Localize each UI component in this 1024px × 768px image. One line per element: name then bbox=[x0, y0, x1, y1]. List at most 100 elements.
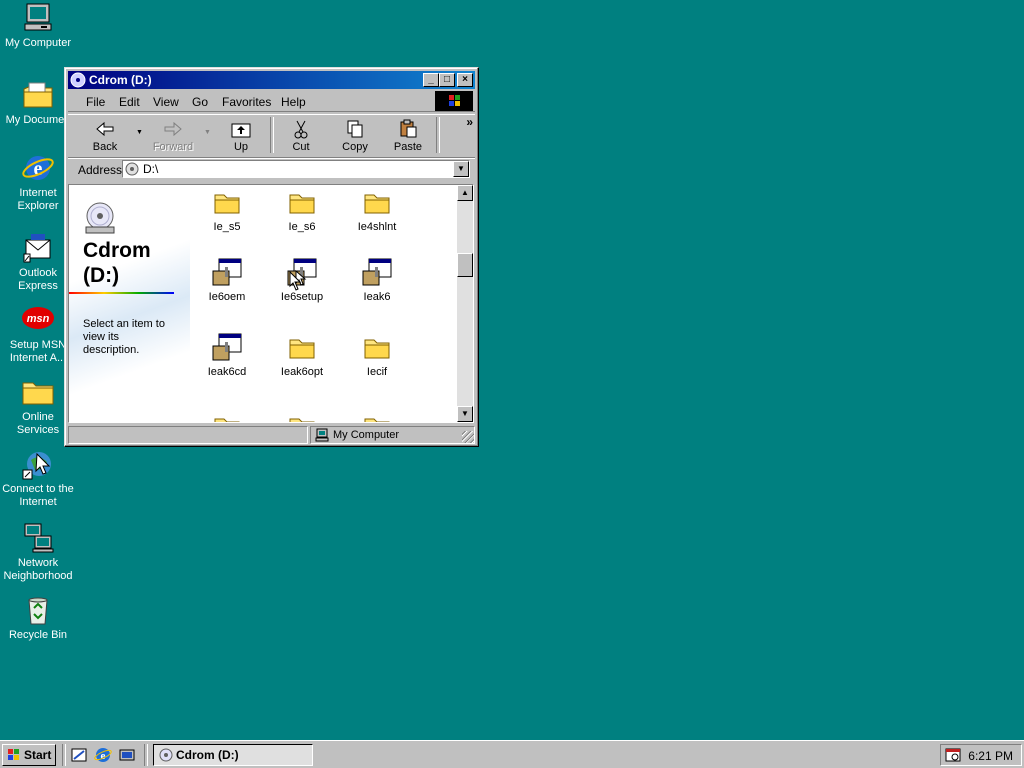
back-arrow-icon bbox=[80, 119, 130, 141]
toolbar-separator bbox=[436, 117, 440, 153]
file-item[interactable]: Ie4shlnt bbox=[342, 187, 412, 233]
paste-button[interactable]: Paste bbox=[383, 117, 433, 155]
file-name: Ie4shlnt bbox=[357, 221, 397, 233]
file-item[interactable]: Ie_s5 bbox=[192, 187, 262, 233]
file-item[interactable]: Ie_s6 bbox=[267, 187, 337, 233]
back-dropdown-icon[interactable]: ▼ bbox=[136, 129, 143, 136]
folder-title-line1: Cdrom bbox=[83, 239, 151, 262]
show-desktop-icon[interactable] bbox=[70, 746, 88, 764]
scroll-up-button[interactable]: ▲ bbox=[457, 185, 473, 201]
desktop-icon-label: Recycle Bin bbox=[8, 629, 68, 641]
system-tray: 6:21 PM bbox=[940, 744, 1022, 766]
windows-logo-icon bbox=[435, 91, 473, 111]
menu-go[interactable]: Go bbox=[192, 95, 208, 109]
desktop-icon-my-computer[interactable]: My Computer bbox=[0, 2, 76, 50]
file-item[interactable]: Ieak6opt bbox=[267, 332, 337, 378]
setup-program-icon bbox=[362, 258, 392, 286]
file-name: Iecif bbox=[366, 366, 388, 378]
desktop-icon-label: Connect to the Internet bbox=[2, 483, 74, 508]
status-panel-left bbox=[68, 426, 308, 444]
setup-program-icon bbox=[212, 333, 242, 361]
toolbar-more-chevron-icon[interactable]: » bbox=[466, 115, 473, 129]
scissors-icon bbox=[276, 119, 326, 141]
copy-button[interactable]: Copy bbox=[330, 117, 380, 155]
address-bar: Address D:\ ▼ bbox=[68, 158, 475, 181]
folder-icon[interactable] bbox=[211, 411, 243, 423]
resize-grip[interactable] bbox=[462, 431, 474, 443]
copy-icon bbox=[330, 119, 380, 141]
folder-icon bbox=[289, 194, 315, 214]
menu-help[interactable]: Help bbox=[281, 95, 306, 109]
forward-arrow-icon bbox=[148, 119, 198, 141]
desktop-icon-connect-internet[interactable]: Connect to the Internet bbox=[0, 448, 76, 509]
file-name: Ie_s5 bbox=[213, 221, 241, 233]
taskbar-button-cdrom[interactable]: Cdrom (D:) bbox=[153, 744, 313, 766]
status-location: My Computer bbox=[333, 429, 400, 441]
windows-logo-icon bbox=[8, 749, 19, 760]
explorer-window[interactable]: Cdrom (D:) _ □ × File Edit View Go Favor… bbox=[64, 67, 479, 447]
menu-bar: File Edit View Go Favorites Help bbox=[68, 91, 475, 112]
cd-drive-icon bbox=[159, 748, 173, 762]
title-bar[interactable]: Cdrom (D:) _ □ × bbox=[68, 71, 475, 89]
connect-internet-icon bbox=[22, 452, 51, 480]
vertical-scrollbar[interactable]: ▲ ▼ bbox=[457, 185, 473, 422]
scroll-down-button[interactable]: ▼ bbox=[457, 406, 473, 422]
close-button[interactable]: × bbox=[457, 73, 473, 87]
folder-content-pane: Cdrom (D:) Select an item to view its de… bbox=[68, 184, 474, 423]
forward-label: Forward bbox=[152, 141, 194, 153]
cd-drive-icon bbox=[85, 202, 115, 234]
close-icon: × bbox=[462, 74, 468, 85]
toolbar-separator bbox=[270, 117, 274, 153]
minimize-icon: _ bbox=[428, 74, 434, 85]
forward-button[interactable]: Forward bbox=[148, 117, 198, 155]
recycle-bin-icon bbox=[28, 597, 48, 625]
menu-file[interactable]: File bbox=[86, 95, 105, 109]
file-item[interactable]: Ieak6cd bbox=[192, 332, 262, 378]
address-label: Address bbox=[78, 163, 123, 177]
folder-icon bbox=[289, 339, 315, 359]
chevron-down-icon: ▼ bbox=[461, 409, 469, 418]
svg-text:msn: msn bbox=[27, 313, 50, 325]
menu-favorites[interactable]: Favorites bbox=[222, 95, 271, 109]
my-documents-icon bbox=[23, 82, 53, 108]
paste-icon bbox=[383, 119, 433, 141]
cut-label: Cut bbox=[292, 141, 310, 153]
minimize-button[interactable]: _ bbox=[423, 73, 439, 87]
file-name: Ieak6cd bbox=[207, 366, 247, 378]
folder-icon[interactable] bbox=[361, 411, 393, 423]
address-input[interactable]: D:\ ▼ bbox=[122, 160, 470, 178]
file-item[interactable]: Iecif bbox=[342, 332, 412, 378]
channels-icon[interactable] bbox=[118, 746, 136, 764]
start-button[interactable]: Start bbox=[2, 744, 56, 766]
internet-explorer-icon[interactable]: e bbox=[94, 746, 112, 764]
up-button[interactable]: Up bbox=[216, 117, 266, 155]
file-item[interactable]: Ie6oem bbox=[192, 257, 262, 303]
network-icon bbox=[24, 523, 54, 553]
folder-icon bbox=[364, 194, 390, 214]
maximize-button[interactable]: □ bbox=[439, 73, 455, 87]
mouse-cursor-icon bbox=[289, 271, 302, 291]
address-dropdown-button[interactable]: ▼ bbox=[453, 161, 469, 177]
menu-view[interactable]: View bbox=[153, 95, 179, 109]
desktop-icon-recycle-bin[interactable]: Recycle Bin bbox=[0, 594, 76, 642]
forward-dropdown-icon[interactable]: ▼ bbox=[204, 129, 211, 136]
desktop-icon-network-neighborhood[interactable]: Network Neighborhood bbox=[0, 522, 76, 583]
folder-icon[interactable] bbox=[286, 411, 318, 423]
file-name: Ie6oem bbox=[208, 291, 246, 303]
menu-edit[interactable]: Edit bbox=[119, 95, 140, 109]
start-label: Start bbox=[24, 748, 52, 762]
setup-program-icon bbox=[212, 258, 242, 286]
file-name: Ie_s6 bbox=[288, 221, 316, 233]
back-button[interactable]: Back bbox=[80, 117, 130, 155]
status-bar: My Computer bbox=[68, 426, 475, 444]
back-label: Back bbox=[92, 141, 118, 153]
folder-icon bbox=[214, 194, 240, 214]
desktop-icon-label: Network Neighborhood bbox=[3, 557, 73, 582]
clock[interactable]: 6:21 PM bbox=[968, 749, 1013, 763]
copy-label: Copy bbox=[342, 141, 368, 153]
scheduler-icon[interactable] bbox=[945, 747, 961, 763]
scroll-thumb[interactable] bbox=[457, 253, 473, 277]
file-list: Ie_s5 Ie_s6 Ie4shlnt Ie6oem Ie6setup Iea… bbox=[190, 185, 460, 422]
cut-button[interactable]: Cut bbox=[276, 117, 326, 155]
file-item[interactable]: Ieak6 bbox=[342, 257, 412, 303]
